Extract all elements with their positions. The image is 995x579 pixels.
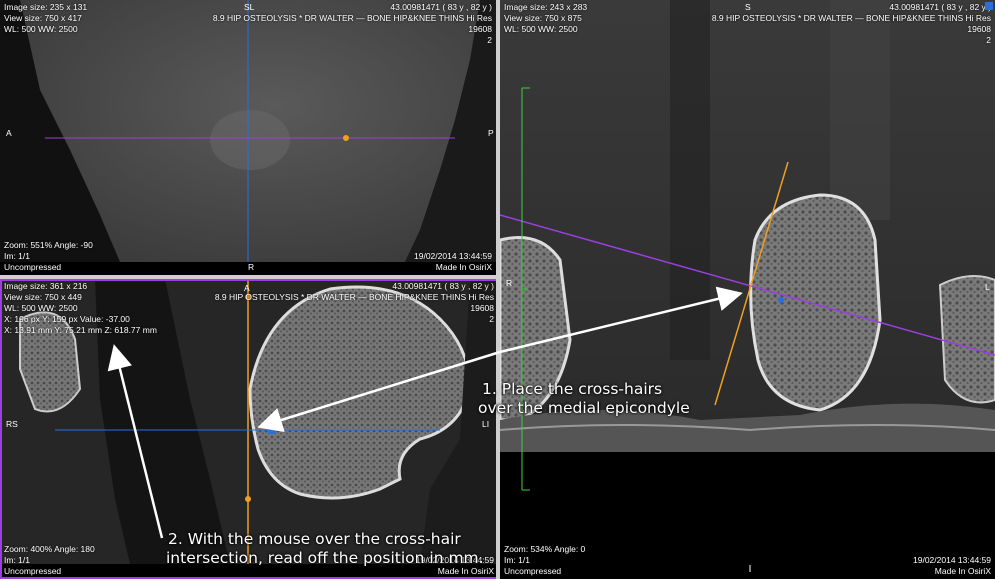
mm-position-text: X: 13.91 mm Y: 75.21 mm Z: 618.77 mm (4, 325, 157, 335)
image-index-text: Im: 1/1 (4, 251, 30, 261)
image-number-text: 2 (986, 35, 991, 45)
compression-text: Uncompressed (504, 566, 562, 576)
study-description-text: 8.9 HIP OSTEOLYSIS * DR WALTER — BONE HI… (214, 292, 494, 302)
series-number-text: 19608 (470, 303, 494, 313)
view-size-text: View size: 750 x 449 (4, 292, 82, 302)
viewport-divider-vertical[interactable] (496, 0, 500, 579)
study-description-text: 8.9 HIP OSTEOLYSIS * DR WALTER — BONE HI… (711, 13, 991, 23)
zoom-angle-text: Zoom: 551% Angle: -90 (4, 240, 93, 250)
info-top-left: Image size: 235 x 131 View size: 750 x 4… (4, 2, 87, 35)
info-bottom-right: 19/02/2014 13:44:59 Made In OsiriX (414, 251, 492, 273)
info-bottom-right: 19/02/2014 13:44:59 Made In OsiriX (913, 555, 991, 577)
window-level-text: WL: 500 WW: 2500 (504, 24, 578, 34)
view-size-text: View size: 750 x 875 (504, 13, 582, 23)
orientation-right: P (488, 128, 494, 138)
image-size-text: Image size: 361 x 216 (4, 281, 88, 291)
orientation-left: R (506, 278, 513, 288)
orientation-bottom: R (248, 262, 255, 272)
zoom-angle-text: Zoom: 534% Angle: 0 (504, 544, 586, 554)
annotation-step-2-line-2: intersection, read off the position in m… (166, 549, 484, 567)
image-number-text: 2 (487, 35, 492, 45)
orientation-top: S (745, 2, 751, 12)
info-top-right: 43.00981471 ( 83 y , 82 y ) 8.9 HIP OSTE… (215, 281, 494, 325)
compression-text: Uncompressed (4, 262, 62, 272)
window-level-text: WL: 500 WW: 2500 (4, 303, 78, 313)
orientation-top: SL (244, 2, 255, 12)
image-index-text: Im: 1/1 (4, 555, 30, 565)
active-indicator (985, 2, 993, 10)
zoom-angle-text: Zoom: 400% Angle: 180 (4, 544, 95, 554)
view-size-text: View size: 750 x 417 (4, 13, 82, 23)
info-top-right: 43.00981471 ( 83 y , 82 y ) 8.9 HIP OSTE… (712, 2, 991, 46)
orientation-top: A (244, 283, 250, 293)
crosshair-center-marker[interactable] (268, 426, 276, 434)
patient-id-text: 43.00981471 ( 83 y , 82 y ) (392, 281, 494, 291)
orientation-right: LI (482, 419, 490, 429)
annotation-step-1-line-2: over the medial epicondyle (478, 399, 690, 417)
annotation-step-1: 1. Place the cross-hairs over the medial… (478, 380, 690, 418)
info-bottom-left: Zoom: 400% Angle: 180 Im: 1/1 Uncompress… (4, 544, 95, 577)
patient-id-text: 43.00981471 ( 83 y , 82 y ) (889, 2, 991, 12)
date-time-text: 19/02/2014 13:44:59 (913, 555, 991, 565)
orientation-left: RS (6, 419, 18, 429)
window-level-text: WL: 500 WW: 2500 (4, 24, 78, 34)
image-size-text: Image size: 235 x 131 (4, 2, 88, 12)
made-in-text: Made In OsiriX (934, 566, 991, 576)
info-top-right: 43.00981471 ( 83 y , 82 y ) 8.9 HIP OSTE… (213, 2, 492, 46)
patient-id-text: 43.00981471 ( 83 y , 82 y ) (390, 2, 492, 12)
orientation-right: L (985, 282, 990, 292)
info-top-left: Image size: 361 x 216 View size: 750 x 4… (4, 281, 157, 336)
study-description-text: 8.9 HIP OSTEOLYSIS * DR WALTER — BONE HI… (212, 13, 492, 23)
image-size-text: Image size: 243 x 283 (504, 2, 588, 12)
annotation-step-2: 2. With the mouse over the cross-hair in… (166, 530, 484, 568)
annotation-step-2-line-1: 2. With the mouse over the cross-hair (168, 530, 461, 548)
orientation-left: A (6, 128, 12, 138)
scan-image-coronal (500, 0, 995, 579)
info-top-left: Image size: 243 x 283 View size: 750 x 8… (504, 2, 587, 35)
image-index-text: Im: 1/1 (504, 555, 530, 565)
pixel-position-text: X: 196 px Y: 159 px Value: -37.00 (4, 314, 130, 324)
viewport-right[interactable]: Image size: 243 x 283 View size: 750 x 8… (500, 0, 995, 579)
annotation-step-1-line-1: 1. Place the cross-hairs (482, 380, 663, 398)
made-in-text: Made In OsiriX (435, 262, 492, 272)
viewport-divider[interactable] (0, 275, 498, 279)
info-bottom-left: Zoom: 551% Angle: -90 Im: 1/1 Uncompress… (4, 240, 93, 273)
image-number-text: 2 (489, 314, 494, 324)
info-bottom-left: Zoom: 534% Angle: 0 Im: 1/1 Uncompressed (504, 544, 585, 577)
date-time-text: 19/02/2014 13:44:59 (414, 251, 492, 261)
compression-text: Uncompressed (4, 566, 62, 576)
series-number-text: 19608 (468, 24, 492, 34)
viewport-top-left[interactable]: Image size: 235 x 131 View size: 750 x 4… (0, 0, 496, 275)
series-number-text: 19608 (967, 24, 991, 34)
